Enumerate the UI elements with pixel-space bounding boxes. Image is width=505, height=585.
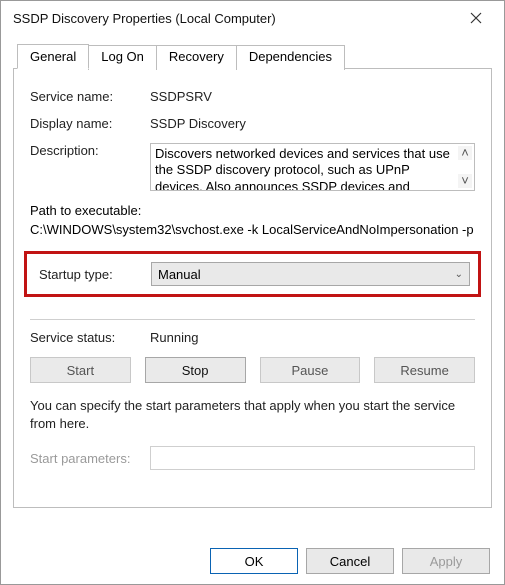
apply-button[interactable]: Apply xyxy=(402,548,490,574)
service-name-label: Service name: xyxy=(30,89,150,104)
close-icon xyxy=(470,12,482,24)
display-name-value: SSDP Discovery xyxy=(150,116,475,131)
startup-type-value: Manual xyxy=(158,267,201,282)
scroll-up-icon[interactable]: ˄ xyxy=(458,146,472,160)
tab-dependencies[interactable]: Dependencies xyxy=(236,45,345,70)
tab-strip: General Log On Recovery Dependencies xyxy=(17,43,492,68)
path-block: Path to executable: C:\WINDOWS\system32\… xyxy=(30,203,475,237)
scroll-down-icon[interactable]: ˅ xyxy=(458,174,472,188)
stop-button[interactable]: Stop xyxy=(145,357,246,383)
start-button[interactable]: Start xyxy=(30,357,131,383)
start-params-row: Start parameters: xyxy=(30,446,475,470)
service-name-value: SSDPSRV xyxy=(150,89,475,104)
description-scrollbar[interactable]: ˄ ˅ xyxy=(458,146,472,188)
chevron-down-icon: ⌄ xyxy=(455,269,463,280)
ok-button[interactable]: OK xyxy=(210,548,298,574)
start-params-hint: You can specify the start parameters tha… xyxy=(30,397,475,432)
path-label: Path to executable: xyxy=(30,203,475,218)
display-name-row: Display name: SSDP Discovery xyxy=(30,116,475,131)
tab-logon[interactable]: Log On xyxy=(88,45,157,70)
service-control-buttons: Start Stop Pause Resume xyxy=(30,357,475,383)
start-params-label: Start parameters: xyxy=(30,451,150,466)
dialog-footer: OK Cancel Apply xyxy=(1,540,504,584)
description-label: Description: xyxy=(30,143,150,158)
pause-button[interactable]: Pause xyxy=(260,357,361,383)
display-name-label: Display name: xyxy=(30,116,150,131)
startup-type-dropdown[interactable]: Manual ⌄ xyxy=(151,262,470,286)
description-row: Description: Discovers networked devices… xyxy=(30,143,475,191)
titlebar: SSDP Discovery Properties (Local Compute… xyxy=(1,1,504,35)
dialog-body: General Log On Recovery Dependencies Ser… xyxy=(1,35,504,540)
resume-button[interactable]: Resume xyxy=(374,357,475,383)
divider xyxy=(30,319,475,320)
tab-general[interactable]: General xyxy=(17,44,89,69)
close-button[interactable] xyxy=(456,3,496,33)
service-status-row: Service status: Running xyxy=(30,330,475,345)
description-textarea[interactable]: Discovers networked devices and services… xyxy=(150,143,475,191)
properties-dialog: SSDP Discovery Properties (Local Compute… xyxy=(0,0,505,585)
tab-recovery[interactable]: Recovery xyxy=(156,45,237,70)
startup-type-label: Startup type: xyxy=(39,267,151,282)
service-status-label: Service status: xyxy=(30,330,150,345)
start-params-input[interactable] xyxy=(150,446,475,470)
cancel-button[interactable]: Cancel xyxy=(306,548,394,574)
window-title: SSDP Discovery Properties (Local Compute… xyxy=(13,11,456,26)
service-status-value: Running xyxy=(150,330,475,345)
path-value: C:\WINDOWS\system32\svchost.exe -k Local… xyxy=(30,222,475,237)
description-text: Discovers networked devices and services… xyxy=(155,146,450,191)
service-name-row: Service name: SSDPSRV xyxy=(30,89,475,104)
tab-panel-general: Service name: SSDPSRV Display name: SSDP… xyxy=(13,68,492,508)
startup-type-highlight: Startup type: Manual ⌄ xyxy=(24,251,481,297)
